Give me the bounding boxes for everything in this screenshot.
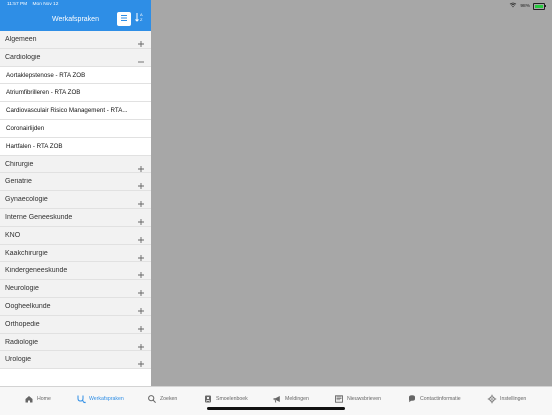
expand-icon[interactable] (137, 177, 145, 190)
protocol-item[interactable]: Aortaklepstenose - RTA ZOB (0, 66, 151, 85)
category-row[interactable]: Oogheelkunde (0, 297, 151, 316)
stethoscope-icon (76, 394, 86, 404)
category-label: Oogheelkunde (5, 302, 51, 310)
category-row[interactable]: Geriatrie (0, 173, 151, 192)
category-row[interactable]: Kindergeneeskunde (0, 262, 151, 281)
tab-label: Zoeken (160, 396, 178, 402)
status-right: 98% (509, 2, 546, 10)
expand-icon[interactable] (137, 266, 145, 279)
svg-text:Z: Z (140, 17, 143, 22)
expand-icon[interactable] (137, 355, 145, 368)
category-row[interactable]: Algemeen (0, 31, 151, 49)
battery-percent: 98% (520, 3, 530, 9)
category-label: Kaakchirurgie (5, 249, 48, 257)
protocol-label: Cardiovasculair Risico Management - RTA.… (6, 107, 128, 115)
category-label: Chirurgie (5, 160, 34, 168)
protocol-label: Atriumfibrilleren - RTA ZOB (6, 89, 81, 97)
tab-instellingen[interactable]: Instellingen (487, 393, 526, 405)
expand-icon[interactable] (137, 249, 145, 261)
gear-icon (487, 394, 497, 404)
newspaper-icon (334, 394, 344, 404)
expand-icon[interactable] (137, 160, 145, 172)
category-label: Radiologie (5, 338, 39, 346)
expand-icon[interactable] (137, 284, 145, 297)
tab-contactinformatie[interactable]: Contactinformatie (407, 393, 461, 405)
category-label: Interne Geneeskunde (5, 213, 73, 221)
master-pane: Werkafspraken A Z Algemeen Cardiologie A… (0, 0, 152, 386)
tab-werkafspraken[interactable]: Werkafspraken (76, 393, 124, 405)
category-row[interactable]: Cardiologie (0, 48, 151, 67)
category-row[interactable]: Interne Geneeskunde (0, 208, 151, 227)
category-row[interactable]: KNO (0, 226, 151, 245)
battery-icon (533, 2, 546, 10)
app-root: Werkafspraken A Z Algemeen Cardiologie A… (0, 0, 552, 415)
list-icon (119, 10, 129, 28)
category-label: KNO (5, 231, 21, 239)
detail-pane (151, 0, 552, 386)
expand-icon[interactable] (137, 338, 145, 350)
category-label: Urologie (5, 356, 32, 364)
category-label: Kindergeneeskunde (5, 267, 68, 275)
tab-meldingen[interactable]: Meldingen (272, 393, 309, 405)
protocol-item[interactable]: Cardiovasculair Risico Management - RTA.… (0, 102, 151, 120)
tab-bar: Home Werkafspraken Zoeken Smoelenboek Meldin… (0, 386, 552, 415)
protocol-item[interactable]: Atriumfibrilleren - RTA ZOB (0, 84, 151, 103)
category-row[interactable]: Orthopedie (0, 315, 151, 334)
protocol-label: Coronairlijden (6, 124, 45, 132)
protocol-item[interactable]: Coronairlijden (0, 119, 151, 138)
category-row[interactable]: Neurologie (0, 280, 151, 298)
tab-nieuwsbrieven[interactable]: Nieuwsbrieven (334, 393, 381, 405)
protocol-label: Aortaklepstenose - RTA ZOB (6, 71, 86, 79)
battery-level-fill (535, 4, 543, 8)
expand-icon[interactable] (137, 302, 145, 314)
status-time: 11:57 PM (7, 2, 28, 7)
collapse-icon[interactable] (137, 53, 145, 63)
category-row[interactable]: Kaakchirurgie (0, 244, 151, 263)
category-row[interactable]: Chirurgie (0, 155, 151, 174)
list-view-button[interactable] (117, 12, 131, 26)
status-date: Mon Nov 12 (32, 2, 59, 7)
tab-label: Contactinformatie (420, 396, 461, 402)
house-icon (24, 394, 34, 404)
tab-smoelenboek[interactable]: Smoelenboek (203, 393, 248, 405)
category-list: Algemeen Cardiologie Aortaklepstenose - RT… (0, 31, 151, 370)
category-row[interactable]: Radiologie (0, 333, 151, 352)
tab-label: Instellingen (500, 396, 527, 402)
category-label: Cardiologie (5, 53, 41, 61)
category-row[interactable]: Gynaecologie (0, 191, 151, 209)
category-label: Orthopedie (5, 320, 40, 328)
tab-label: Smoelenboek (216, 396, 248, 402)
tab-label: Home (37, 396, 51, 402)
megaphone-icon (272, 394, 282, 404)
expand-icon[interactable] (137, 213, 145, 225)
category-label: Algemeen (5, 36, 37, 43)
sort-az-button[interactable]: A Z (133, 12, 147, 26)
expand-icon[interactable] (137, 320, 145, 332)
protocol-label: Hartfalen - RTA ZOB (6, 142, 63, 150)
category-row[interactable]: Urologie (0, 351, 151, 370)
expand-icon[interactable] (137, 35, 145, 47)
sort-az-icon: A Z (134, 10, 146, 28)
chat-bubble-icon (407, 394, 417, 404)
status-bar: 11:57 PM Mon Nov 12 98% (0, 0, 552, 10)
category-label: Neurologie (5, 285, 39, 293)
home-indicator (207, 407, 345, 410)
person-badge-icon (203, 394, 213, 404)
expand-icon[interactable] (137, 231, 145, 243)
tab-home[interactable]: Home (24, 393, 51, 405)
wifi-icon (509, 2, 517, 10)
tab-label: Nieuwsbrieven (347, 396, 382, 402)
category-label: Geriatrie (5, 178, 32, 186)
status-left: 11:57 PM Mon Nov 12 (7, 2, 58, 7)
tab-label: Meldingen (285, 396, 309, 402)
tab-label: Werkafspraken (89, 396, 124, 402)
tab-zoeken[interactable]: Zoeken (147, 393, 177, 405)
expand-icon[interactable] (137, 195, 145, 208)
protocol-item[interactable]: Hartfalen - RTA ZOB (0, 137, 151, 156)
search-icon (147, 394, 157, 404)
category-label: Gynaecologie (5, 196, 48, 204)
